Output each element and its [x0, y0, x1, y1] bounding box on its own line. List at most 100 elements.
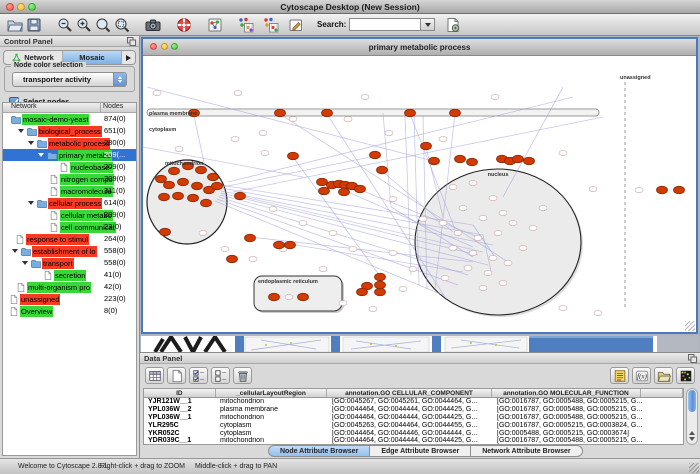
- network-node[interactable]: [231, 136, 239, 141]
- network-node[interactable]: [474, 235, 482, 240]
- annotation-icon[interactable]: [286, 15, 305, 34]
- function-builder-icon[interactable]: f(x): [632, 367, 651, 384]
- search-dropdown-button[interactable]: [421, 18, 435, 31]
- new-attribute-icon[interactable]: [167, 367, 186, 384]
- zoom-out-icon[interactable]: [55, 15, 74, 34]
- tree-row[interactable]: nucleobase-209(0): [3, 161, 136, 173]
- selected-network-node[interactable]: [208, 173, 219, 181]
- selected-network-node[interactable]: [339, 188, 350, 196]
- selected-network-node[interactable]: [156, 175, 167, 183]
- tree-row[interactable]: primary metabo209(...: [3, 149, 136, 161]
- float-panel-icon[interactable]: [688, 354, 697, 363]
- network-node[interactable]: [329, 230, 337, 235]
- network-node[interactable]: [349, 246, 357, 251]
- network-node[interactable]: [361, 94, 369, 99]
- network-node[interactable]: [175, 146, 183, 151]
- scroll-up-icon[interactable]: [689, 431, 695, 435]
- network-node[interactable]: [339, 300, 347, 305]
- column-header[interactable]: ID: [144, 389, 216, 397]
- table-row[interactable]: YLR295Ccytoplasm[GO:0045263, GO:0044464,…: [144, 422, 683, 430]
- selected-network-node[interactable]: [319, 187, 330, 195]
- selected-network-node[interactable]: [375, 288, 386, 296]
- selected-network-node[interactable]: [269, 293, 280, 301]
- selected-network-node[interactable]: [429, 157, 440, 165]
- selected-network-node[interactable]: [357, 288, 368, 296]
- network-node[interactable]: [594, 310, 602, 315]
- network-node[interactable]: [249, 256, 257, 261]
- selected-network-node[interactable]: [405, 109, 416, 117]
- network-node[interactable]: [491, 94, 499, 99]
- tab-overflow-arrow[interactable]: [122, 51, 135, 64]
- tree-expand-arrow-icon[interactable]: [18, 129, 24, 133]
- network-node[interactable]: [529, 225, 537, 230]
- attribute-list-icon[interactable]: [610, 367, 629, 384]
- tree-row[interactable]: mosaic-demo-yeast874(0): [3, 113, 136, 125]
- selected-network-node[interactable]: [375, 281, 386, 289]
- network-node[interactable]: [519, 245, 527, 250]
- tree-row[interactable]: cellular metabo209(0): [3, 209, 136, 221]
- column-header[interactable]: annotation.GO MOLECULAR_FUNCTION: [492, 389, 641, 397]
- network-node[interactable]: [449, 245, 457, 250]
- network-node[interactable]: [344, 116, 352, 121]
- network-canvas[interactable]: plasma membranecytoplasmmitochondrionnuc…: [143, 57, 696, 332]
- delete-attribute-icon[interactable]: [233, 367, 252, 384]
- network-node[interactable]: [449, 184, 457, 189]
- selected-network-node[interactable]: [375, 273, 386, 281]
- network-node[interactable]: [489, 195, 497, 200]
- network-node[interactable]: [399, 286, 407, 291]
- selected-network-node[interactable]: [227, 255, 238, 263]
- selected-network-node[interactable]: [455, 155, 466, 163]
- help-lifebuoy-icon[interactable]: [174, 15, 193, 34]
- table-row[interactable]: YPL036W__1mitochondrion[GO:0044464, GO:0…: [144, 414, 683, 422]
- network-node[interactable]: [499, 210, 507, 215]
- selected-network-node[interactable]: [196, 166, 207, 174]
- network-node[interactable]: [499, 280, 507, 285]
- tree-row[interactable]: macromolecule311(0): [3, 185, 136, 197]
- tab-node-attribute-browser[interactable]: Node Attribute Browser: [268, 445, 370, 457]
- network-node[interactable]: [635, 187, 643, 192]
- network-node[interactable]: [221, 246, 229, 251]
- overview-network-icon[interactable]: [205, 15, 224, 34]
- tree-expand-arrow-icon[interactable]: [28, 141, 34, 145]
- network-node[interactable]: [439, 136, 447, 141]
- view-resize-grip[interactable]: [685, 321, 695, 331]
- network-node[interactable]: [504, 260, 512, 265]
- selected-network-node[interactable]: [235, 192, 246, 200]
- network-node[interactable]: [299, 220, 307, 225]
- network-node[interactable]: [385, 130, 393, 135]
- selected-network-node[interactable]: [245, 234, 256, 242]
- selected-network-node[interactable]: [317, 178, 328, 186]
- network-node[interactable]: [489, 255, 497, 260]
- network-node[interactable]: [261, 150, 269, 155]
- selected-network-node[interactable]: [513, 155, 524, 163]
- selected-network-node[interactable]: [274, 241, 285, 249]
- node-color-dropdown[interactable]: transporter activity: [12, 72, 127, 87]
- selected-network-node[interactable]: [524, 157, 535, 165]
- selected-network-node[interactable]: [355, 185, 366, 193]
- tree-expand-arrow-icon[interactable]: [28, 201, 34, 205]
- network-node[interactable]: [369, 306, 377, 311]
- selected-network-node[interactable]: [450, 109, 461, 117]
- selected-network-node[interactable]: [298, 293, 309, 301]
- float-panel-icon[interactable]: [127, 37, 136, 46]
- network-node[interactable]: [199, 230, 207, 235]
- selected-network-node[interactable]: [322, 109, 333, 117]
- open-folder-icon[interactable]: [5, 15, 24, 34]
- attribute-matrix-icon[interactable]: [676, 367, 695, 384]
- tab-network-attribute-browser[interactable]: Network Attribute Browser: [471, 445, 582, 457]
- tree-row[interactable]: multi-organism pro42(0): [3, 281, 136, 293]
- network-node[interactable]: [469, 180, 477, 185]
- network-node[interactable]: [389, 250, 397, 255]
- window-resize-grip[interactable]: [689, 463, 699, 473]
- network-view-titlebar[interactable]: primary metabolic process: [143, 39, 696, 56]
- selected-network-node[interactable]: [657, 186, 668, 194]
- scrollbar-thumb[interactable]: [688, 390, 696, 412]
- tree-row[interactable]: cell communicat22(0): [3, 221, 136, 233]
- network-node[interactable]: [234, 90, 242, 95]
- unselect-attributes-icon[interactable]: [211, 367, 230, 384]
- zoom-selected-icon[interactable]: [112, 15, 131, 34]
- selected-network-node[interactable]: [188, 194, 199, 202]
- table-row[interactable]: YJR121W__1mitochondrion[GO:0045267, GO:0…: [144, 398, 683, 406]
- tree-row[interactable]: biological_process651(0): [3, 125, 136, 137]
- network-node[interactable]: [559, 150, 567, 155]
